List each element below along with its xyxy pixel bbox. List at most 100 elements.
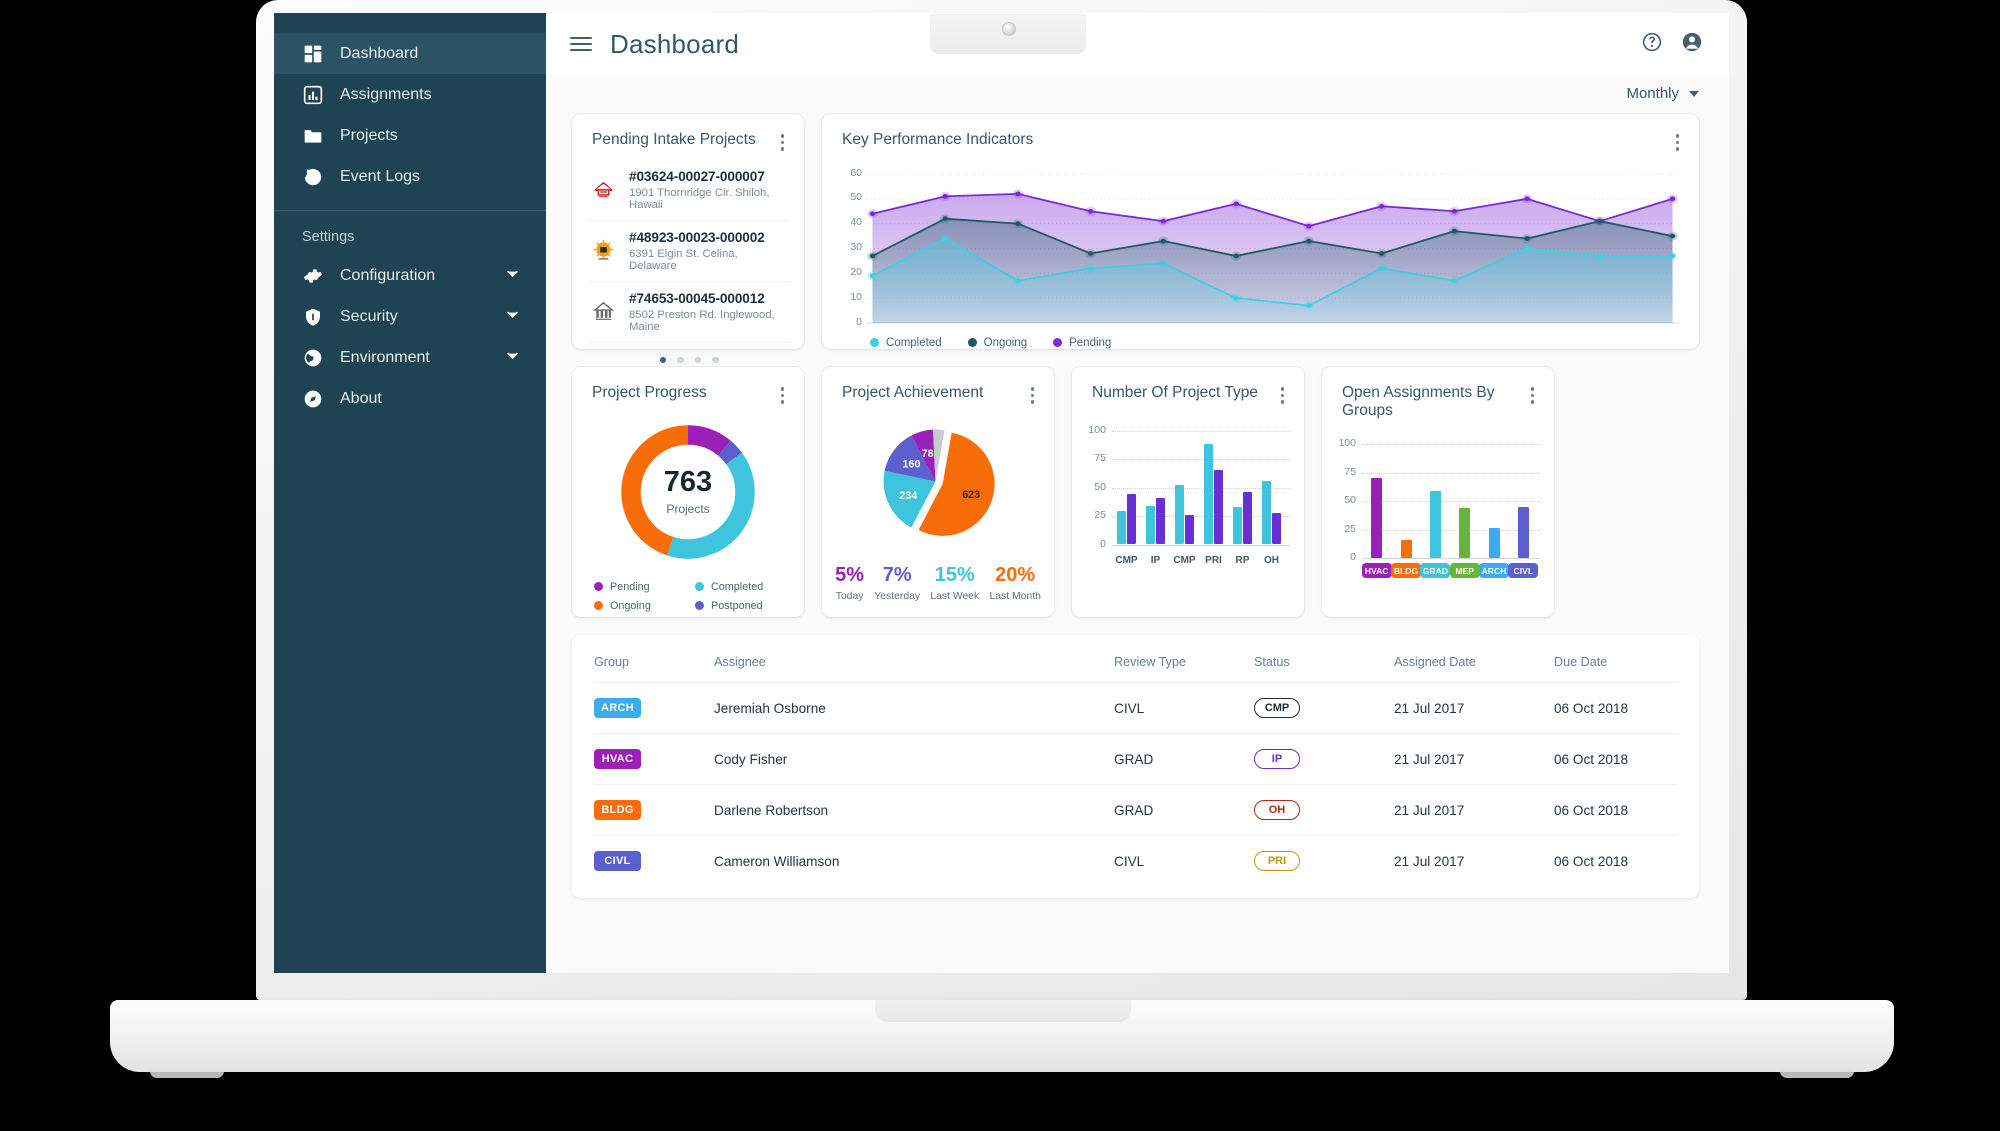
pager-dot[interactable] <box>659 356 666 363</box>
x-axis <box>1362 558 1540 559</box>
card-menu-icon[interactable] <box>777 384 789 407</box>
donut-caption: Projects <box>666 501 710 516</box>
review-type-cell: CIVL <box>1114 682 1254 734</box>
laptop-foot-right <box>1780 1068 1854 1078</box>
table-row[interactable]: CIVL Cameron Williamson CIVL PRI 21 Jul 2017… <box>594 835 1677 886</box>
column-assigned-date: Assigned Date <box>1394 655 1476 669</box>
achievement-stat: 7% Yesterday <box>874 565 920 602</box>
assigned-date-cell: 21 Jul 2017 <box>1394 682 1554 734</box>
legend-item: Ongoing <box>967 337 1027 349</box>
assigned-date-cell: 21 Jul 2017 <box>1394 784 1554 836</box>
sidebar-item-security[interactable]: Security <box>274 296 546 337</box>
table-header: Group Assignee Review Type Status Assign… <box>594 641 1677 683</box>
stat-label: Yesterday <box>874 590 921 602</box>
group-pill: CIVL <box>1508 563 1539 578</box>
sidebar-item-configuration[interactable]: Configuration <box>274 255 546 296</box>
project-id: #74653-00045-000012 <box>629 290 765 306</box>
group-pill: GRAD <box>1420 563 1451 578</box>
legend-item: Completed <box>695 581 790 593</box>
card-menu-icon[interactable] <box>1027 384 1039 407</box>
sidebar-item-about[interactable]: About <box>274 378 546 419</box>
list-item[interactable]: #48923-00023-000002 6391 Elgin St. Celin… <box>590 221 788 282</box>
legend-label: Ongoing <box>610 599 651 612</box>
table-row[interactable]: BLDG Darlene Robertson GRAD OH 21 Jul 2017 06… <box>594 784 1677 836</box>
table-row[interactable]: HVAC Cody Fisher GRAD IP 21 Jul 2017 06 Oct 2… <box>594 733 1677 785</box>
project-address: 6391 Elgin St. Celina, Delaware <box>629 247 738 272</box>
bar <box>1214 470 1223 545</box>
group-badge: ARCH <box>594 698 641 718</box>
status-badge: OH <box>1254 800 1300 820</box>
pager-dot[interactable] <box>694 356 701 363</box>
bar <box>1459 507 1471 558</box>
chevron-down-icon <box>1689 90 1699 97</box>
card-menu-icon[interactable] <box>777 131 789 154</box>
kpi-y-tick: 40 <box>850 216 862 229</box>
sidebar-item-projects[interactable]: Projects <box>274 115 546 156</box>
y-tick: 25 <box>1094 509 1106 521</box>
bar <box>1185 514 1194 545</box>
legend-swatch <box>594 601 603 610</box>
card-header: Key Performance Indicators <box>822 114 1699 154</box>
sidebar-item-dashboard[interactable]: Dashboard <box>274 33 546 74</box>
kpi-card: Key Performance Indicators 0 10 20 30 40 50 60… <box>822 114 1699 349</box>
project-address: 1901 Thornridge Cir. Shiloh, Hawaii <box>629 186 770 211</box>
carousel-pager[interactable] <box>590 356 788 363</box>
y-tick: 25 <box>1344 522 1356 535</box>
legend-label: Completed <box>886 336 942 349</box>
donut-value: 763 <box>663 465 713 498</box>
gridline <box>1362 501 1540 502</box>
help-circle-icon[interactable] <box>1641 31 1663 58</box>
stat-label: Today <box>835 590 864 602</box>
bar <box>1204 444 1213 545</box>
table-row[interactable]: ARCH Jeremiah Osborne CIVL CMP 21 Jul 2017 06… <box>594 682 1677 734</box>
history-clock-icon <box>302 166 324 188</box>
stat-label: Last Week <box>930 590 980 602</box>
list-item[interactable]: #74653-00045-000012 8502 Preston Rd. Ing… <box>590 282 788 343</box>
webcam-icon <box>1002 22 1016 36</box>
review-type-cell: GRAD <box>1114 733 1254 785</box>
stat-value: 7% <box>882 563 912 586</box>
card-title: Project Progress <box>592 384 707 401</box>
project-progress-card: Project Progress 763 Projects Pending Com… <box>572 367 804 617</box>
sidebar-item-label: Environment <box>340 348 430 366</box>
card-menu-icon[interactable] <box>1672 131 1684 154</box>
card-header: Project Achievement <box>822 367 1054 407</box>
project-achievement-card: Project Achievement 623 234 160 78 5% Today 7… <box>822 367 1054 617</box>
project-address: 8502 Preston Rd. Inglewood, Maine <box>629 308 775 333</box>
range-select[interactable]: Monthly <box>1626 85 1699 102</box>
bar <box>1400 539 1412 558</box>
assignments-table: Group Assignee Review Type Status Assign… <box>594 641 1677 886</box>
compass-icon <box>302 388 324 410</box>
kpi-y-tick: 30 <box>850 241 862 253</box>
bar <box>1233 506 1242 545</box>
pager-dot[interactable] <box>712 356 719 363</box>
list-item-text: #48923-00023-000002 6391 Elgin St. Celin… <box>629 230 788 272</box>
project-id: #48923-00023-000002 <box>629 229 765 245</box>
sidebar-item-label: Projects <box>340 126 398 144</box>
x-tick: OH <box>1264 554 1279 566</box>
card-menu-icon[interactable] <box>1527 384 1539 407</box>
list-item[interactable]: #03624-00027-000007 1901 Thornridge Cir.… <box>590 160 788 221</box>
sidebar-item-label: Assignments <box>340 85 432 103</box>
gridline <box>1112 459 1290 460</box>
sidebar-item-environment[interactable]: Environment <box>274 337 546 378</box>
bar <box>1127 494 1136 545</box>
chevron-down-icon <box>505 348 520 368</box>
hamburger-icon[interactable] <box>570 33 592 55</box>
sidebar-item-event-logs[interactable]: Event Logs <box>274 156 546 197</box>
bar <box>1262 480 1271 545</box>
gridline <box>1362 529 1540 531</box>
sidebar-item-assignments[interactable]: Assignments <box>274 74 546 115</box>
pie-slice-label: 623 <box>962 489 980 501</box>
card-menu-icon[interactable] <box>1277 384 1289 407</box>
assigned-date-cell: 21 Jul 2017 <box>1394 733 1554 785</box>
review-type-cell: CIVL <box>1114 835 1254 886</box>
column-assignee: Assignee <box>714 655 766 669</box>
gridline <box>1112 430 1290 432</box>
account-circle-icon[interactable] <box>1681 31 1703 58</box>
kpi-plot-area <box>866 166 1679 331</box>
pager-dot[interactable] <box>677 356 684 363</box>
list-item-text: #03624-00027-000007 1901 Thornridge Cir.… <box>629 169 788 211</box>
project-type-bar-chart: 0 25 50 75 100 CMP IP CMP PRI RP OH <box>1086 423 1290 573</box>
sidebar-item-label: Configuration <box>340 266 436 284</box>
